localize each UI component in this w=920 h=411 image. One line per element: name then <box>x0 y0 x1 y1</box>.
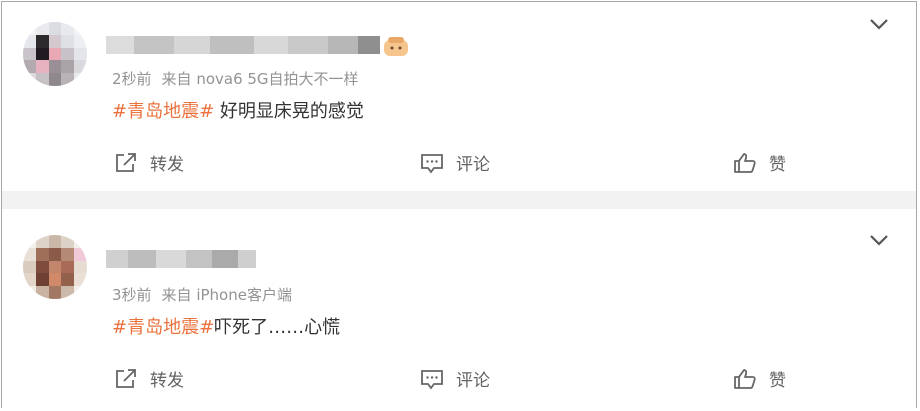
post-content: #青岛地震# 好明显床晃的感觉 <box>112 97 364 123</box>
emoji-icon <box>384 37 408 56</box>
post-time[interactable]: 3秒前 <box>112 286 152 304</box>
post-source[interactable]: 来自 nova6 5G自拍大不一样 <box>162 70 359 88</box>
post-time[interactable]: 2秒前 <box>112 70 152 88</box>
like-button[interactable]: 赞 <box>733 150 786 175</box>
username[interactable] <box>106 250 256 268</box>
post-content: #青岛地震#吓死了……心慌 <box>112 313 340 339</box>
like-icon <box>734 368 756 389</box>
comment-button[interactable]: 评论 <box>420 366 490 391</box>
avatar[interactable] <box>23 22 87 86</box>
post-text: 好明显床晃的感觉 <box>214 101 364 122</box>
forward-button[interactable]: 转发 <box>114 150 184 175</box>
forward-label: 转发 <box>150 371 184 391</box>
post-text: 吓死了……心慌 <box>214 317 341 338</box>
forward-icon <box>116 368 136 388</box>
chevron-down-icon[interactable] <box>869 17 889 31</box>
comment-label: 评论 <box>456 371 490 391</box>
like-button[interactable]: 赞 <box>733 366 786 391</box>
post-separator <box>2 191 916 209</box>
comment-icon <box>421 153 443 173</box>
hashtag-link[interactable]: #青岛地震# <box>112 317 214 338</box>
forward-button[interactable]: 转发 <box>114 366 184 391</box>
avatar[interactable] <box>23 235 87 299</box>
post-meta: 3秒前 来自 iPhone客户端 <box>112 284 292 305</box>
forward-icon <box>116 152 136 172</box>
comment-icon <box>421 369 443 389</box>
chevron-down-icon[interactable] <box>869 233 889 247</box>
forward-label: 转发 <box>150 155 184 175</box>
comment-button[interactable]: 评论 <box>420 150 490 175</box>
like-icon <box>734 152 756 173</box>
username[interactable] <box>106 36 380 54</box>
like-label: 赞 <box>769 371 786 391</box>
post-source[interactable]: 来自 iPhone客户端 <box>162 286 292 304</box>
hashtag-link[interactable]: #青岛地震# <box>112 101 214 122</box>
like-label: 赞 <box>769 155 786 175</box>
post-meta: 2秒前 来自 nova6 5G自拍大不一样 <box>112 68 359 89</box>
comment-label: 评论 <box>456 155 490 175</box>
